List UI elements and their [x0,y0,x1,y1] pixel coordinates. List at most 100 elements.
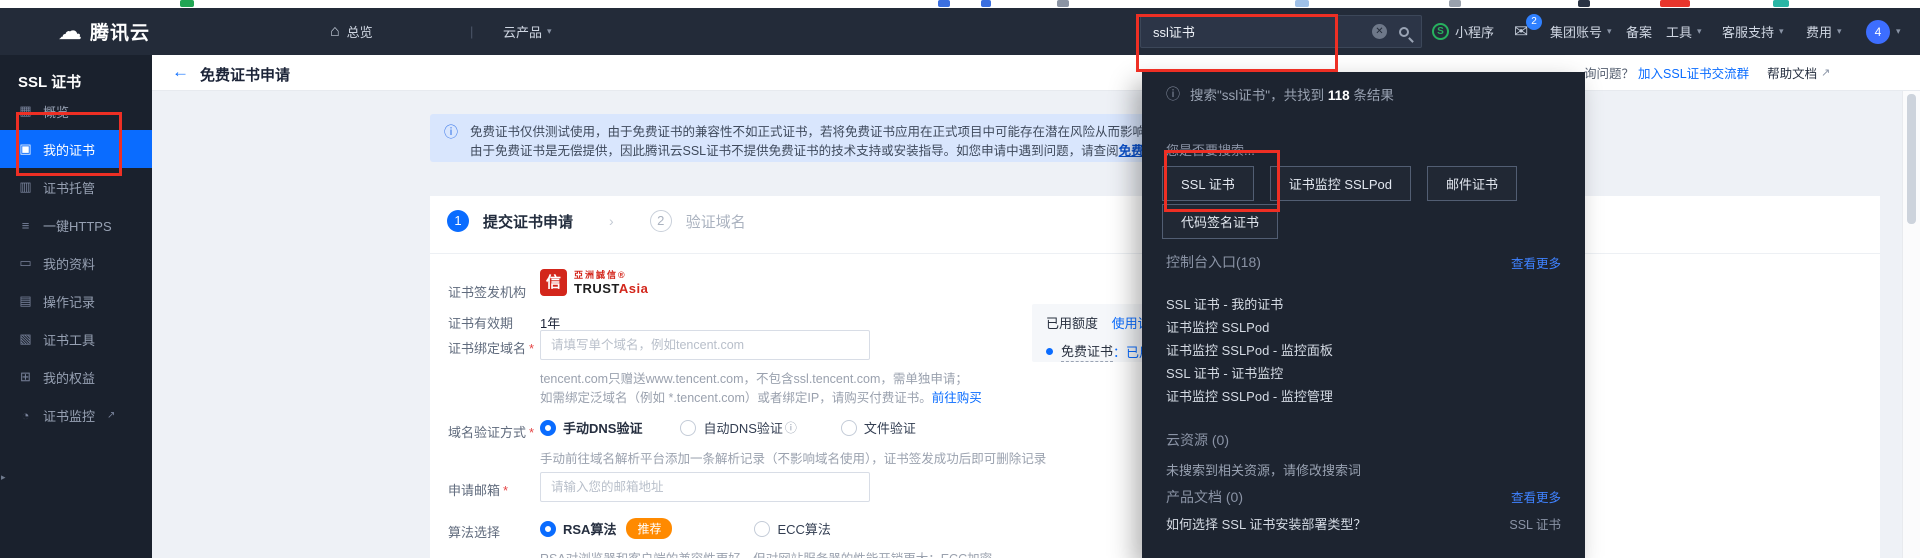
sidebar-item-operation-log[interactable]: ▤ 操作记录 [0,282,152,320]
screen: ☁ 腾讯云 ⌂ 总览 | 云产品 ▾ ✕ S 小程序 ✉ 2 集团账号 ▾ [0,0,1920,558]
tools-icon: ▧ [18,331,33,347]
annotation-fragments [0,0,1920,8]
nav-item-tools[interactable]: 工具 ▾ [1666,8,1702,55]
nav-item-beian[interactable]: 备案 [1626,8,1652,55]
sidebar-item-cert-tools[interactable]: ▧ 证书工具 [0,320,152,358]
bullet-dot-icon [1046,348,1053,355]
brand-logo[interactable]: ☁ 腾讯云 [58,8,150,55]
annotation-fragment [1057,0,1069,7]
sidebar-item-cert-monitor[interactable]: ◔ 证书监控 ↗ [0,396,152,434]
external-link-icon: ↗ [1821,66,1830,79]
sidebar-item-label: 我的资料 [43,254,95,273]
radio-auto-dns-label: 自动DNS验证 [703,418,782,437]
verify-method-label: 域名验证方式* [448,422,534,441]
scrollbar-track[interactable] [1902,91,1920,558]
suggest-ssl-cert-button[interactable]: SSL 证书 [1162,166,1254,201]
search-icon[interactable] [1399,27,1409,37]
nav-item-messages[interactable]: ✉ 2 [1514,8,1528,55]
sidebar-item-cert-hosting[interactable]: ▥ 证书托管 [0,168,152,206]
required-asterisk: * [503,483,508,498]
summary-text: 搜索"ssl证书"，共找到 118 条结果 [1190,84,1394,104]
sidebar-item-my-profile[interactable]: ▭ 我的资料 [0,244,152,282]
nav-overview-label: 总览 [347,22,373,41]
info-icon[interactable]: ⓘ [785,419,797,436]
suggest-code-sign-cert-button[interactable]: 代码签名证书 [1162,204,1278,239]
join-group-link[interactable]: 加入SSL证书交流群 [1638,63,1749,82]
buy-paid-cert-link[interactable]: 前往购买 [932,391,982,405]
required-asterisk: * [529,341,534,356]
global-search-box[interactable]: ✕ [1140,15,1422,48]
radio-auto-dns[interactable] [680,420,696,436]
search-results-dropdown: ⓘ 搜索"ssl证书"，共找到 118 条结果 您是否要搜索... SSL 证书… [1142,72,1585,558]
domain-label: 证书绑定域名* [448,338,534,357]
step-indicator: 1 提交证书申请 › 2 验证域名 [447,210,746,232]
nav-item-support[interactable]: 客服支持 ▾ [1722,8,1784,55]
nav-item-billing[interactable]: 费用 ▾ [1806,8,1842,55]
console-section-title: 控制台入口(18) [1166,252,1261,272]
chevron-down-icon: ▾ [547,26,552,37]
email-field[interactable] [540,472,870,502]
nav-item-group-account[interactable]: 集团账号 ▾ [1550,8,1612,55]
algorithm-help: RSA对浏览器和客户端的兼容性更好，但对网站服务器的性能开销更大；ECC加密… [540,548,1005,558]
chevron-down-icon: ▾ [1697,26,1702,37]
step-2-circle: 2 [650,210,672,232]
suggest-sslpod-button[interactable]: 证书监控 SSLPod [1270,166,1411,201]
recommended-badge: 推荐 [626,518,672,539]
group-account-label: 集团账号 [1550,22,1602,41]
email-label: 申请邮箱* [448,480,508,499]
required-asterisk: * [529,425,534,440]
annotation-fragment [1449,0,1461,7]
radio-rsa[interactable] [540,521,556,537]
nav-item-mini-program[interactable]: S 小程序 [1432,8,1494,55]
domain-help-2: 如需绑定泛域名（例如 *.tencent.com）或者绑定IP，请购买付费证书。… [540,387,982,406]
banner-line-1: 免费证书仅供测试使用，由于免费证书的兼容性不如正式证书，若将免费证书应用在正式项… [470,121,1233,140]
help-doc-link[interactable]: 帮助文档 [1767,63,1817,82]
sidebar-item-label: 概览 [43,102,69,121]
back-button[interactable]: ← [172,62,189,82]
clear-search-icon[interactable]: ✕ [1372,24,1387,39]
annotation-fragment [981,0,991,7]
console-entry[interactable]: 证书监控 SSLPod - 监控面板 [1166,340,1333,359]
docs-view-more-link[interactable]: 查看更多 [1511,487,1561,506]
brand-name: 腾讯云 [90,18,150,45]
avatar: 4 [1866,20,1890,44]
result-count: 118 [1328,88,1350,103]
message-count-badge: 2 [1526,14,1542,30]
console-entry[interactable]: SSL 证书 - 我的证书 [1166,294,1283,313]
sidebar-item-overview[interactable]: ▦ 概览 [0,92,152,130]
resources-section-title: 云资源 (0) [1166,430,1229,450]
sidebar-item-label: 证书工具 [43,330,95,349]
user-avatar-menu[interactable]: 4 ▾ [1866,8,1901,55]
sidebar-item-one-click-https[interactable]: ≡ 一键HTTPS [0,206,152,244]
radio-ecc-label: ECC算法 [777,519,830,538]
sidebar-item-my-benefits[interactable]: ⊞ 我的权益 [0,358,152,396]
scrollbar-thumb[interactable] [1907,94,1916,224]
sidebar-item-label: 我的证书 [43,140,95,159]
radio-manual-dns[interactable] [540,420,556,436]
sidebar: SSL 证书 ▦ 概览 ▣ 我的证书 ▥ 证书托管 ≡ 一键HTTPS ▭ 我的… [0,55,152,558]
doc-result-row: 如何选择 SSL 证书安装部署类型？ SSL 证书 [1166,514,1561,533]
search-input[interactable] [1153,24,1372,39]
console-entry[interactable]: SSL 证书 - 证书监控 [1166,363,1283,382]
suggest-email-cert-button[interactable]: 邮件证书 [1427,166,1517,201]
quota-used-label: 已用额度 [1046,316,1098,331]
nav-item-cloud-products[interactable]: 云产品 ▾ [503,8,552,55]
doc-entry-link[interactable]: 如何选择 SSL 证书安装部署类型？ [1166,514,1366,533]
nav-item-overview[interactable]: ⌂ 总览 [330,8,373,55]
domain-help-1: tencent.com只赠送www.tencent.com，不包含ssl.ten… [540,368,968,387]
radio-ecc[interactable] [754,521,770,537]
sidebar-item-my-certificates[interactable]: ▣ 我的证书 [0,130,152,168]
chevron-down-icon: ▾ [1607,26,1612,37]
verify-help: 手动前往域名解析平台添加一条解析记录（不影响域名使用），证书签发成功后即可删除记… [540,448,1046,467]
console-entry[interactable]: 证书监控 SSLPod [1166,317,1269,336]
console-view-more-link[interactable]: 查看更多 [1511,253,1561,272]
console-entry[interactable]: 证书监控 SSLPod - 监控管理 [1166,386,1333,405]
support-label: 客服支持 [1722,22,1774,41]
algorithm-options: RSA算法 推荐 ECC算法 [540,518,831,539]
sidebar-collapse-handle[interactable]: ▸ [1,472,6,483]
annotation-fragment [1578,0,1590,7]
domain-input[interactable] [540,330,870,360]
trustasia-logo-en: TRUSTAsia [574,281,648,296]
radio-file-verify[interactable] [841,420,857,436]
chevron-down-icon: ▾ [1837,26,1842,37]
